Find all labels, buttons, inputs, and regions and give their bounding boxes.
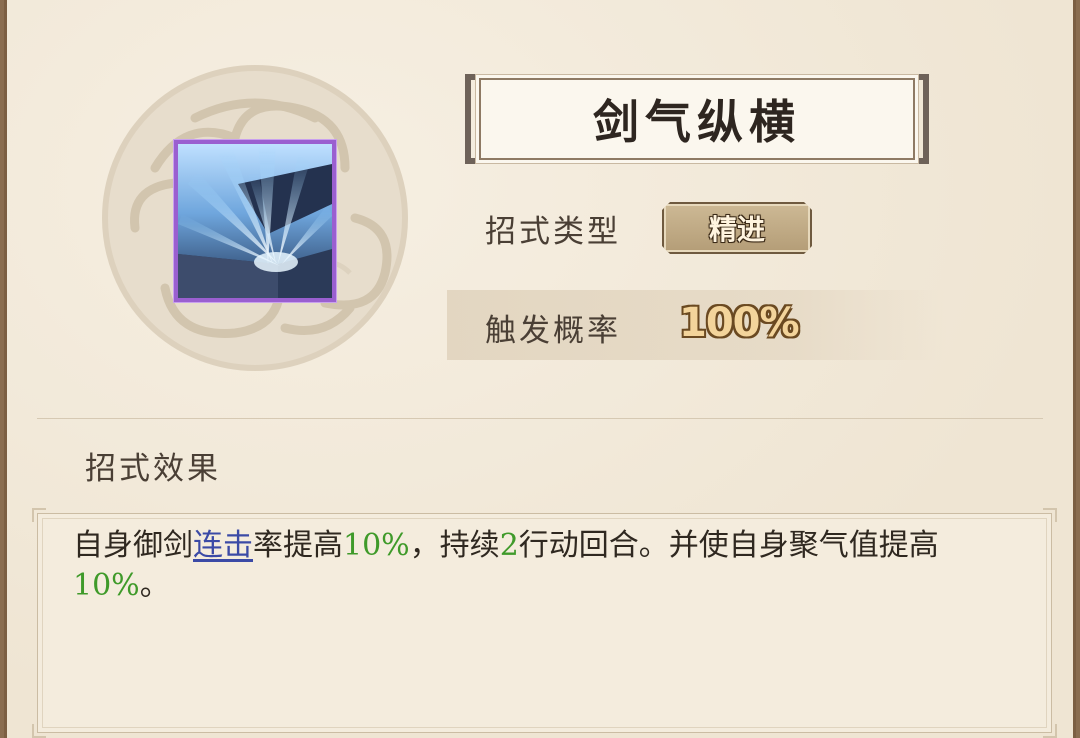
title-bracket-left: [465, 74, 477, 164]
title-inner: 剑气纵横: [479, 78, 915, 160]
title-bracket-right: [917, 74, 929, 164]
effect-value: 10%: [343, 528, 410, 563]
skill-icon[interactable]: [174, 140, 336, 302]
effect-text-segment: 率提高: [253, 528, 343, 563]
effect-value: 10%: [73, 568, 140, 603]
effect-text-segment: 。: [139, 568, 170, 603]
sword-aura-icon: [178, 144, 332, 298]
section-divider: [37, 418, 1043, 419]
skill-title-plaque: 剑气纵横: [465, 74, 929, 164]
trigger-rate-value: 100%: [679, 300, 800, 346]
effect-value: 2: [499, 528, 519, 563]
skill-type-badge: 精进: [662, 202, 812, 254]
effect-text-segment: 行动回合。并使自身聚气值提高: [518, 528, 939, 563]
skill-type-label: 招式类型: [485, 214, 621, 250]
corner-ornament: [1043, 508, 1057, 522]
corner-ornament: [1043, 724, 1057, 738]
effect-text-segment: 自身御剑: [73, 528, 193, 563]
trigger-rate-label: 触发概率: [485, 313, 621, 349]
skill-detail-panel: 剑气纵横 招式类型 精进 触发概率 100% 招式效果 自身御剑连击率提高10%…: [4, 0, 1076, 738]
corner-ornament: [32, 508, 46, 522]
combo-term-link[interactable]: 连击: [193, 528, 253, 563]
effect-description: 自身御剑连击率提高10%，持续2行动回合。并使自身聚气值提高10%。: [73, 526, 1033, 606]
effect-heading: 招式效果: [85, 451, 221, 487]
skill-name: 剑气纵横: [593, 95, 801, 149]
corner-ornament: [32, 724, 46, 738]
effect-text-segment: ，持续: [409, 528, 500, 563]
